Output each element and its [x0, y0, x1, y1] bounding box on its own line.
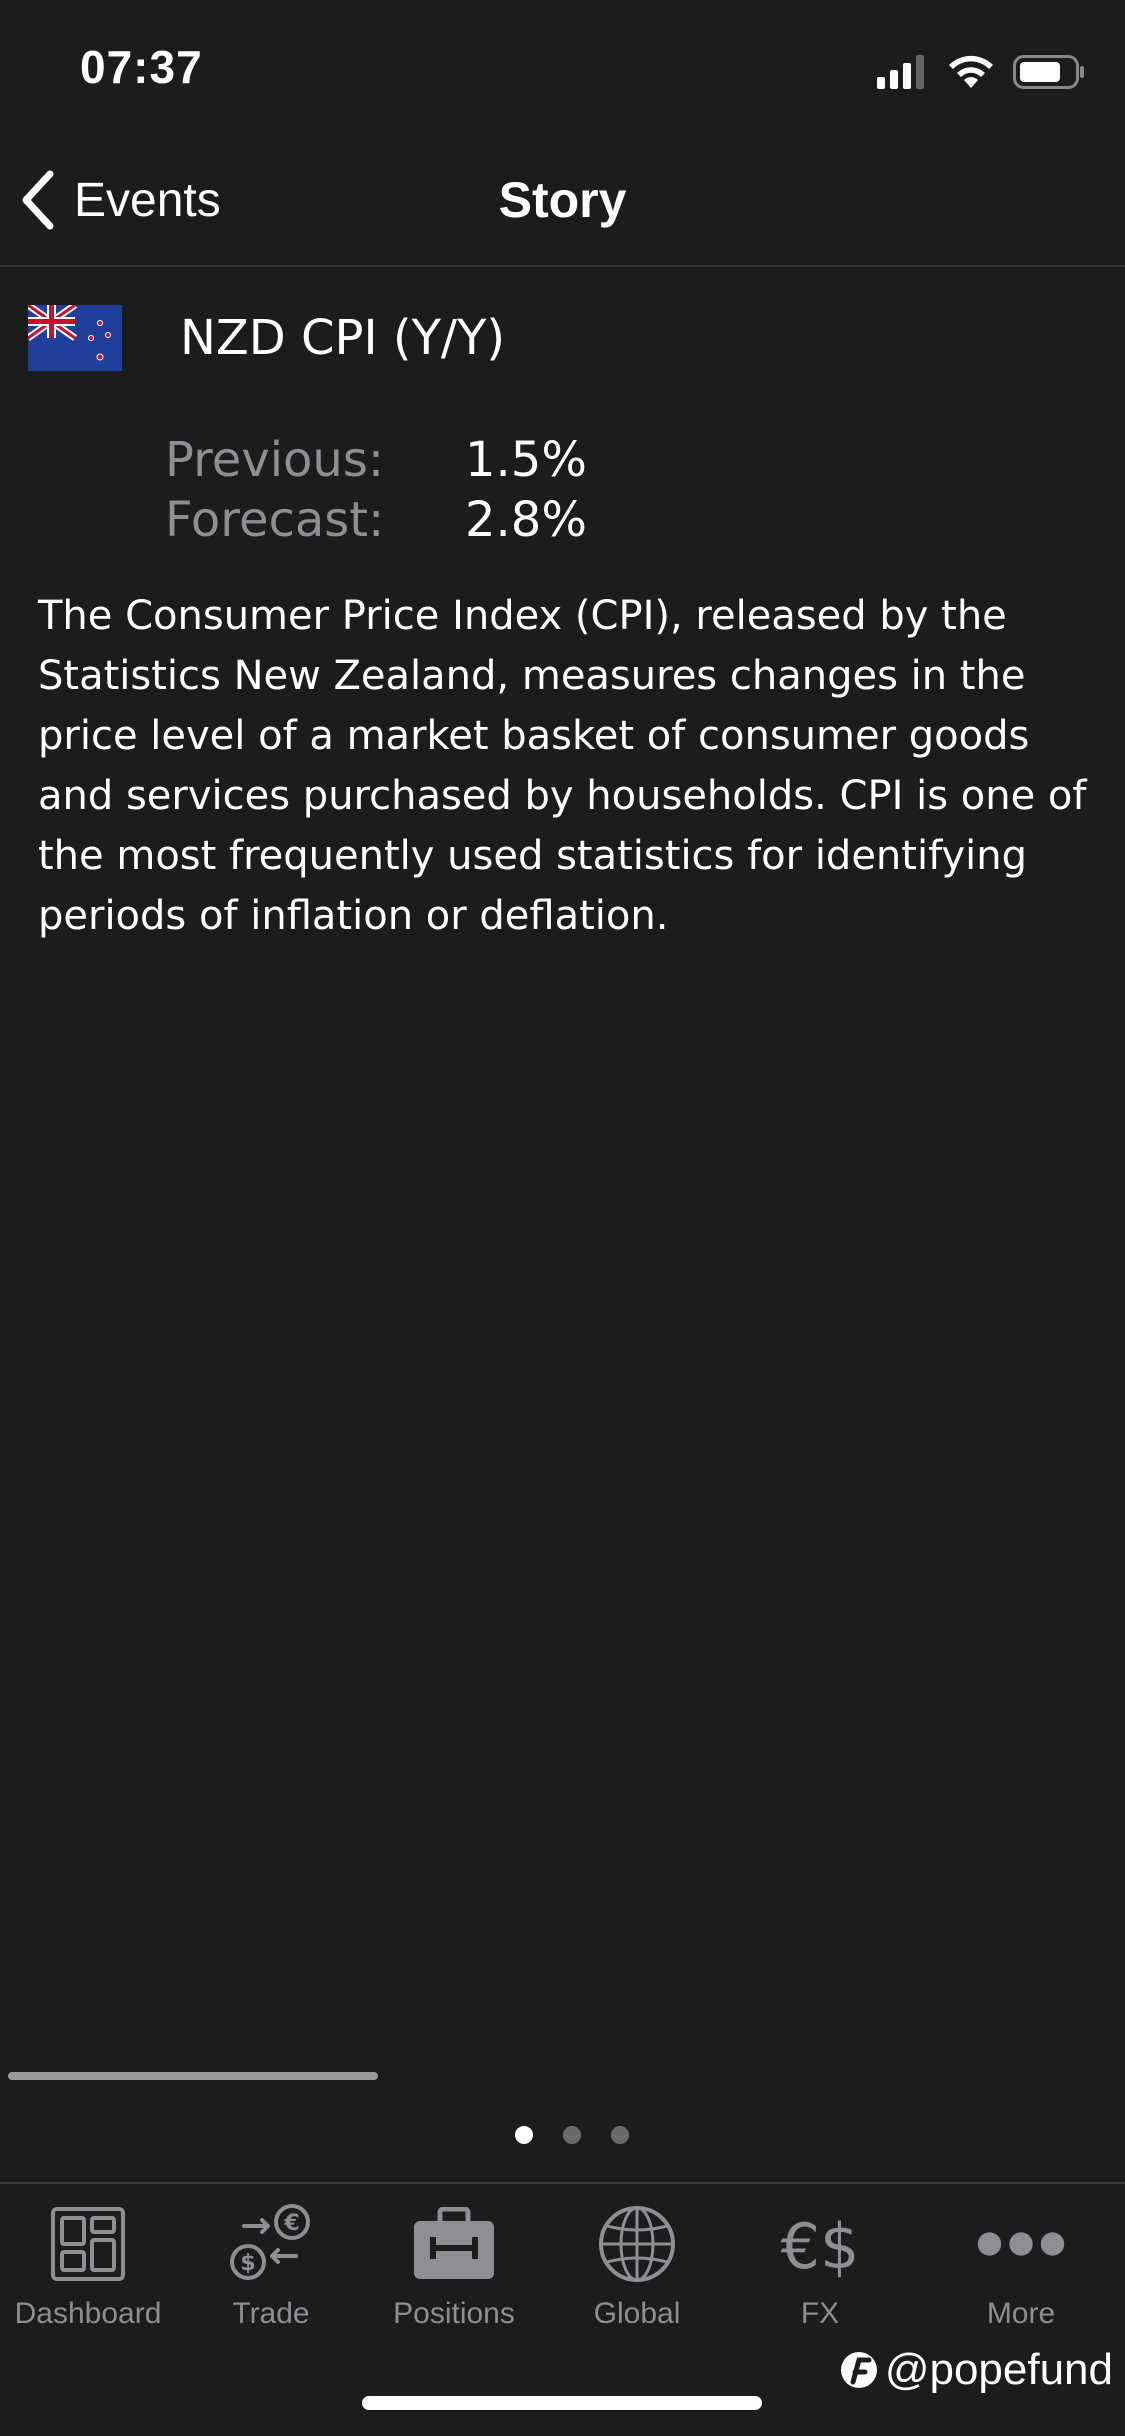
status-bar: 07:37 — [0, 0, 1125, 135]
currency-icon: €$ — [775, 2199, 865, 2289]
svg-text:€: € — [283, 2211, 299, 2236]
briefcase-icon — [409, 2199, 499, 2289]
tab-fx[interactable]: €$ FX — [730, 2199, 910, 2349]
tab-label-fx: FX — [800, 2297, 840, 2330]
story-screen: 07:37 Events Story NZD CPI (Y/Y) Previou… — [0, 0, 1125, 2436]
svg-text:$: $ — [240, 2251, 255, 2276]
forecast-label: Forecast: — [165, 492, 385, 548]
event-description: The Consumer Price Index (CPI), released… — [38, 593, 1087, 939]
page-dot-1[interactable] — [514, 2126, 533, 2144]
trade-icon: € $ — [226, 2199, 316, 2289]
watermark-logo-icon — [840, 2352, 877, 2388]
status-icons — [877, 52, 1085, 92]
tab-global[interactable]: Global — [547, 2199, 727, 2349]
dashboard-icon — [43, 2199, 133, 2289]
tab-label-positions: Positions — [393, 2297, 515, 2330]
tab-label-dashboard: Dashboard — [14, 2297, 162, 2330]
tab-label-global: Global — [593, 2297, 681, 2330]
more-icon — [976, 2199, 1066, 2289]
tab-more[interactable]: More — [931, 2199, 1111, 2349]
battery-icon — [1013, 55, 1084, 89]
watermark: @popefund — [839, 2345, 1113, 2395]
event-title: NZD CPI (Y/Y) — [180, 310, 506, 366]
new-zealand-flag-icon — [28, 305, 122, 371]
wifi-icon — [949, 55, 993, 88]
tab-trade[interactable]: € $ Trade — [181, 2199, 361, 2349]
event-header: NZD CPI (Y/Y) — [28, 305, 505, 371]
forecast-value: 2.8% — [465, 492, 587, 548]
page-dot-3[interactable] — [610, 2126, 629, 2144]
status-time: 07:37 — [80, 41, 203, 93]
previous-label: Previous: — [165, 432, 385, 488]
globe-icon — [592, 2199, 682, 2289]
cellular-signal-icon — [877, 55, 924, 89]
watermark-text: @popefund — [884, 2345, 1113, 2394]
home-indicator[interactable] — [362, 2396, 762, 2410]
tab-positions[interactable]: Positions — [364, 2199, 544, 2349]
horizontal-scrollbar[interactable] — [8, 2072, 378, 2080]
page-title: Story — [498, 172, 627, 228]
page-indicator[interactable] — [0, 2126, 1125, 2144]
previous-value: 1.5% — [465, 432, 587, 488]
page-dot-2[interactable] — [562, 2126, 581, 2144]
svg-text:€$: €$ — [781, 2210, 860, 2283]
navigation-bar: Events Story — [0, 135, 1125, 267]
tab-label-trade: Trade — [232, 2297, 310, 2330]
tab-dashboard[interactable]: Dashboard — [0, 2199, 178, 2349]
tab-label-more: More — [986, 2297, 1056, 2330]
